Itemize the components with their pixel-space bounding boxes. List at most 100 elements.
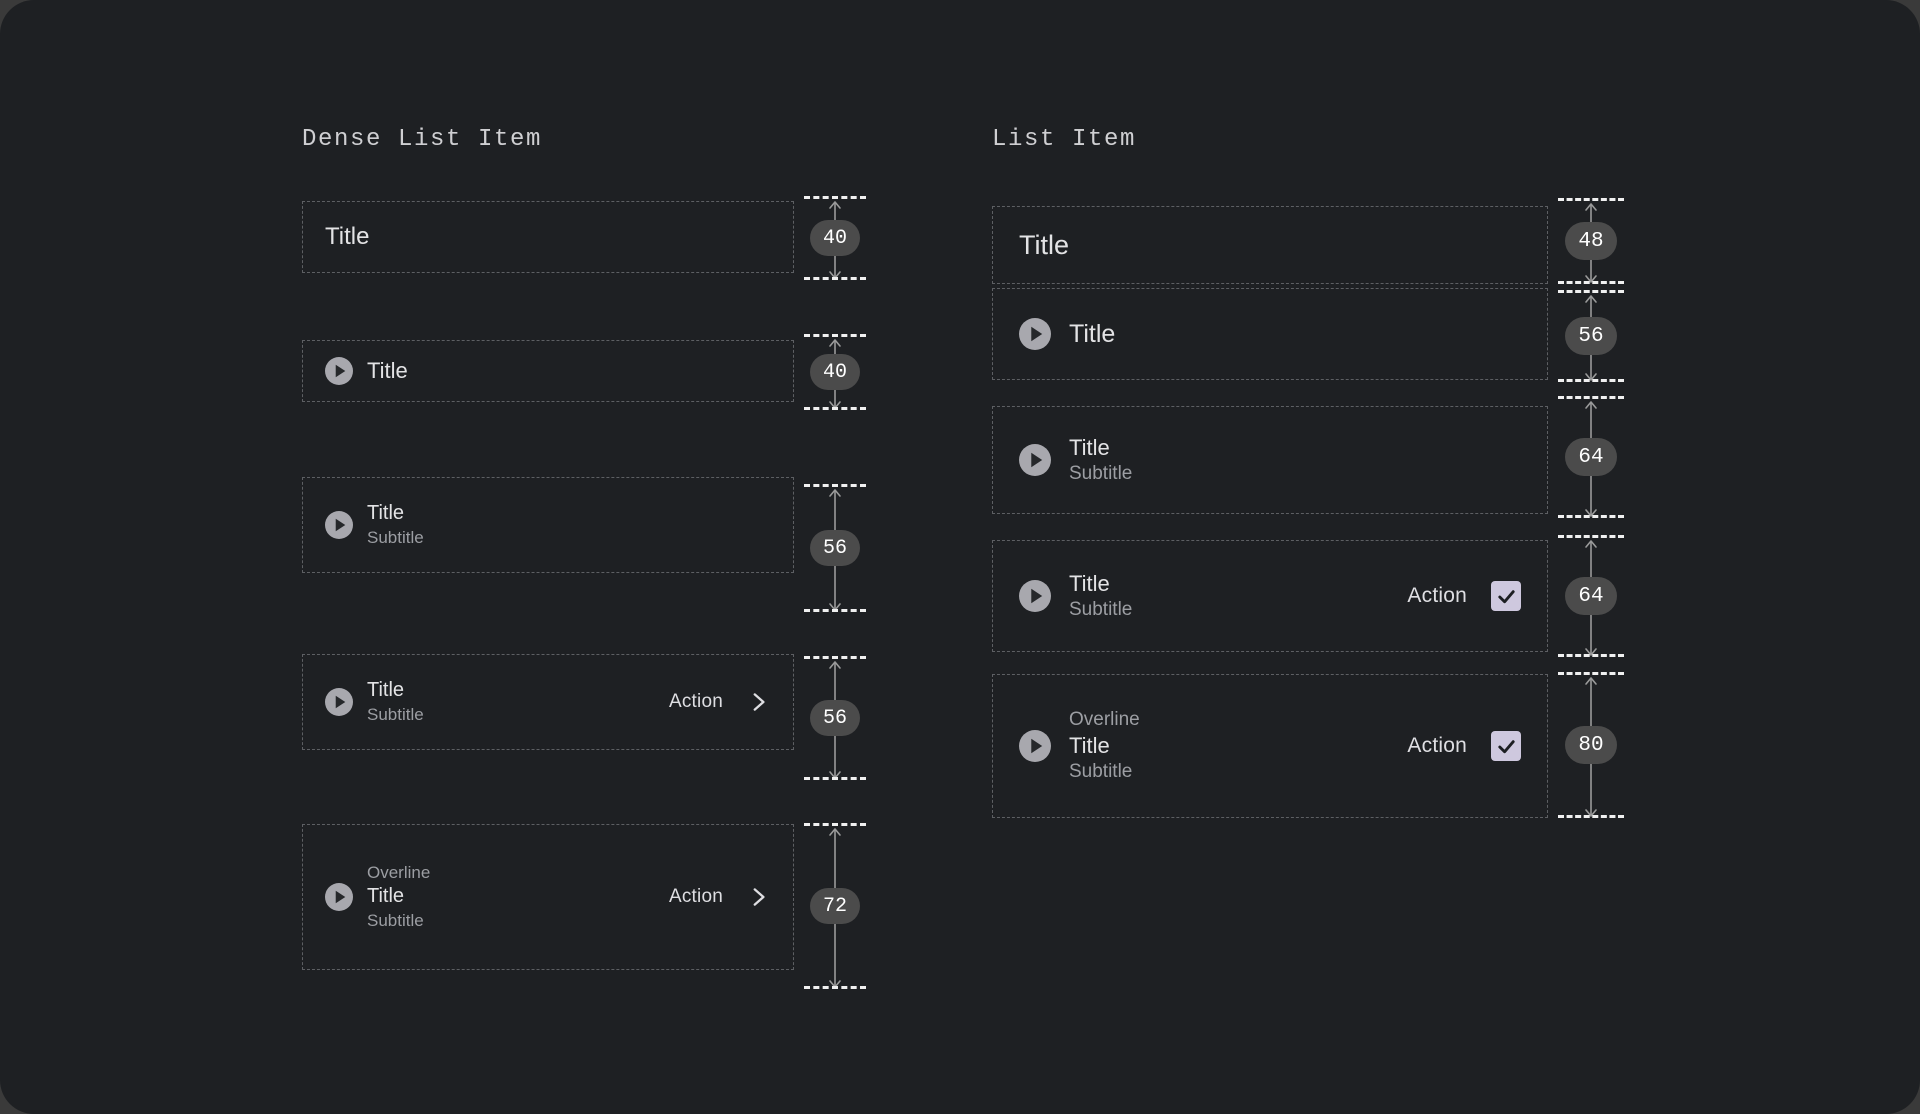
- play-circle-icon: [1019, 580, 1051, 612]
- list-item[interactable]: Title Subtitle Action: [302, 654, 794, 750]
- play-circle-icon: [1019, 444, 1051, 476]
- list-item-text: Overline Title Subtitle: [367, 862, 669, 931]
- measure-cap-bottom: [804, 277, 866, 280]
- play-circle-icon: [1019, 318, 1051, 350]
- list-item-title: Title: [1069, 570, 1110, 596]
- measure-cap-top: [1558, 535, 1624, 538]
- height-badge: 64: [1565, 438, 1617, 476]
- spec-row: Title Subtitle 56: [302, 477, 866, 612]
- list-item-overline: Overline: [1069, 708, 1140, 730]
- height-measurement: 40: [804, 334, 866, 410]
- list-item-title: Title: [1069, 320, 1116, 348]
- action-label: Action: [668, 691, 723, 712]
- measure-cap-bottom: [1558, 654, 1624, 657]
- play-circle-icon: [325, 688, 353, 716]
- measure-cap-bottom: [804, 609, 866, 612]
- list-item-text: Title: [1069, 318, 1521, 350]
- list-item-text: Title: [367, 357, 771, 385]
- spec-row: Title Subtitle 64: [992, 396, 1624, 518]
- height-badge: 40: [810, 220, 860, 256]
- list-item[interactable]: Overline Title Subtitle Action: [302, 824, 794, 970]
- height-badge: 56: [810, 700, 860, 736]
- height-measurement: 72: [804, 823, 866, 989]
- list-item-title: Title: [367, 885, 405, 908]
- height-badge: 64: [1565, 577, 1617, 615]
- list-item-title: Title: [325, 222, 370, 250]
- list-item-text: Title Subtitle: [1069, 434, 1521, 486]
- measure-cap-top: [1558, 198, 1624, 201]
- checkbox-checked-icon[interactable]: [1491, 731, 1521, 761]
- list-item-subtitle: Subtitle: [367, 704, 424, 724]
- spec-row: Title 40: [302, 196, 866, 280]
- list-item-action[interactable]: Action: [1407, 731, 1521, 761]
- measure-cap-top: [1558, 396, 1624, 399]
- measure-cap-bottom: [804, 407, 866, 410]
- measure-cap-bottom: [804, 986, 866, 989]
- list-item-subtitle: Subtitle: [1069, 598, 1133, 620]
- measure-cap-top: [804, 823, 866, 826]
- list-item-action[interactable]: Action: [669, 689, 771, 715]
- measure-cap-top: [804, 334, 866, 337]
- height-badge: 48: [1565, 222, 1617, 260]
- play-circle-icon: [1019, 730, 1051, 762]
- list-item-title: Title: [367, 679, 405, 702]
- measure-cap-bottom: [804, 777, 866, 780]
- spec-row: Title 56: [992, 288, 1624, 382]
- column-heading-dense: Dense List Item: [302, 126, 543, 153]
- list-item[interactable]: Title Subtitle: [302, 477, 794, 573]
- measure-cap-bottom: [1558, 281, 1624, 284]
- spec-row: Title 40: [302, 334, 866, 410]
- chevron-right-icon[interactable]: [745, 689, 771, 715]
- list-item-title: Title: [367, 357, 408, 383]
- chevron-right-icon[interactable]: [745, 884, 771, 910]
- measure-cap-top: [1558, 672, 1624, 675]
- play-circle-icon: [325, 357, 353, 385]
- spec-row: Title Subtitle Action 64: [992, 535, 1624, 657]
- action-label: Action: [668, 886, 723, 907]
- list-item[interactable]: Title: [992, 206, 1548, 284]
- spec-row: Overline Title Subtitle Action 80: [992, 672, 1624, 818]
- list-item-action[interactable]: Action: [669, 884, 771, 910]
- height-measurement: 56: [804, 484, 866, 612]
- list-item-subtitle: Subtitle: [367, 527, 424, 547]
- app-surface: Dense List Item List Item Title 40 Title 40…: [0, 0, 1920, 1114]
- height-measurement: 80: [1558, 672, 1624, 818]
- height-measurement: 56: [1558, 290, 1624, 382]
- measure-cap-bottom: [1558, 515, 1624, 518]
- list-item[interactable]: Title: [302, 201, 794, 273]
- measure-cap-top: [804, 656, 866, 659]
- list-item-text: Overline Title Subtitle: [1069, 708, 1407, 785]
- list-item-text: Title: [325, 222, 771, 253]
- list-item-overline: Overline: [367, 863, 431, 883]
- list-item-text: Title: [1019, 228, 1521, 263]
- list-item[interactable]: Title: [302, 340, 794, 402]
- action-label: Action: [1407, 734, 1467, 757]
- column-heading-standard: List Item: [992, 126, 1137, 153]
- height-badge: 72: [810, 888, 860, 924]
- height-measurement: 40: [804, 196, 866, 280]
- list-item-text: Title Subtitle: [367, 501, 771, 548]
- list-item-action[interactable]: Action: [1407, 581, 1521, 611]
- list-item[interactable]: Title Subtitle Action: [992, 540, 1548, 652]
- checkbox-checked-icon[interactable]: [1491, 581, 1521, 611]
- list-item-subtitle: Subtitle: [1069, 462, 1133, 484]
- spec-row: Title Subtitle Action 56: [302, 654, 866, 780]
- height-measurement: 48: [1558, 198, 1624, 284]
- list-item-title: Title: [1069, 434, 1110, 460]
- height-badge: 80: [1565, 726, 1617, 764]
- list-item[interactable]: Overline Title Subtitle Action: [992, 674, 1548, 818]
- list-item[interactable]: Title: [992, 288, 1548, 380]
- spec-row: Overline Title Subtitle Action 72: [302, 823, 866, 989]
- list-item-subtitle: Subtitle: [1069, 761, 1133, 783]
- list-item[interactable]: Title Subtitle: [992, 406, 1548, 514]
- height-badge: 56: [810, 530, 860, 566]
- list-item-title: Title: [1069, 732, 1110, 758]
- list-item-subtitle: Subtitle: [367, 910, 424, 930]
- measure-cap-bottom: [1558, 379, 1624, 382]
- measure-cap-top: [804, 196, 866, 199]
- spec-row: Title 48: [992, 198, 1624, 284]
- measure-cap-bottom: [1558, 815, 1624, 818]
- list-item-title: Title: [367, 502, 405, 525]
- height-badge: 56: [1565, 317, 1617, 355]
- play-circle-icon: [325, 511, 353, 539]
